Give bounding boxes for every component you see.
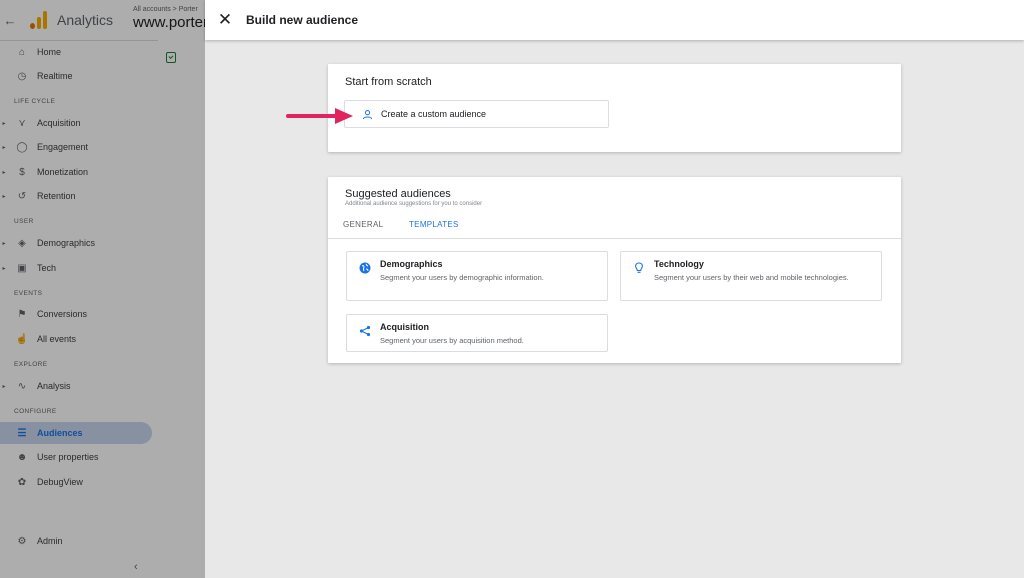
template-tile-demographics[interactable]: Demographics Segment your users by demog… — [346, 251, 608, 301]
tile-description: Segment your users by their web and mobi… — [654, 273, 849, 282]
tab-templates[interactable]: TEMPLATES — [409, 220, 459, 229]
tab-general[interactable]: GENERAL — [343, 220, 383, 229]
tile-title: Acquisition — [380, 322, 429, 332]
template-tile-acquisition[interactable]: Acquisition Segment your users by acquis… — [346, 314, 608, 352]
create-custom-audience-button[interactable]: Create a custom audience — [344, 100, 609, 128]
globe-icon — [359, 262, 371, 274]
tile-title: Demographics — [380, 259, 443, 269]
modal-scrim[interactable] — [0, 0, 205, 578]
card-subtitle: Additional audience suggestions for you … — [345, 201, 483, 207]
audience-tabs: GENERAL TEMPLATES — [328, 215, 901, 239]
build-audience-panel: ✕ Build new audience Start from scratch … — [205, 0, 1024, 578]
pointer-arrow-icon — [286, 108, 353, 124]
panel-title: Build new audience — [246, 13, 359, 27]
template-tile-technology[interactable]: Technology Segment your users by their w… — [620, 251, 882, 301]
close-icon[interactable]: ✕ — [210, 5, 240, 35]
tile-description: Segment your users by acquisition method… — [380, 336, 524, 345]
tile-title: Technology — [654, 259, 704, 269]
lightbulb-icon — [633, 262, 645, 274]
create-custom-audience-label: Create a custom audience — [381, 109, 487, 119]
tile-description: Segment your users by demographic inform… — [380, 273, 544, 282]
suggested-audiences-card: Suggested audiences Additional audience … — [328, 177, 901, 363]
start-from-scratch-card: Start from scratch Create a custom audie… — [328, 64, 901, 152]
card-title: Suggested audiences — [345, 188, 451, 200]
person-icon — [361, 108, 373, 120]
card-title: Start from scratch — [345, 76, 432, 88]
panel-header: ✕ Build new audience — [205, 0, 1024, 40]
share-icon — [359, 325, 371, 337]
